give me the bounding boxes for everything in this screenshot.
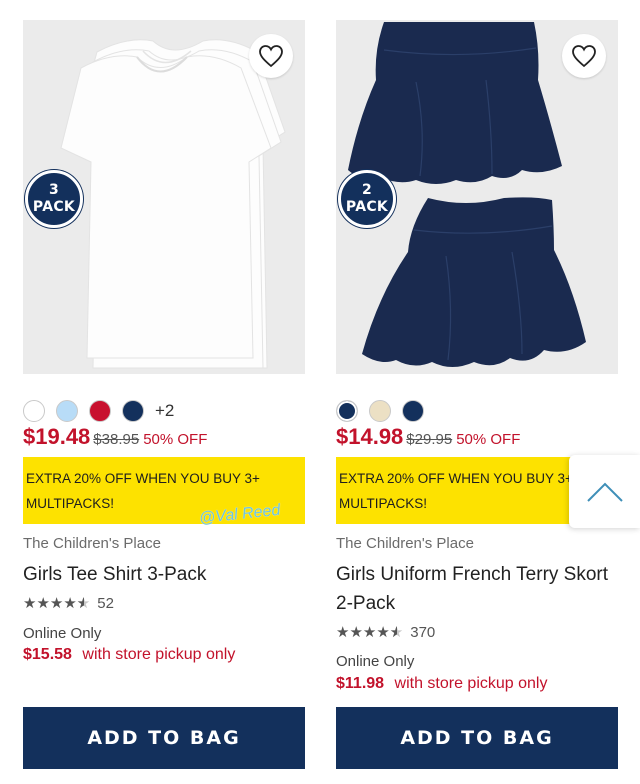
more-colors-link[interactable]: +2 bbox=[155, 401, 174, 421]
review-count: 52 bbox=[97, 594, 114, 612]
swatch-navy-2[interactable] bbox=[402, 400, 424, 422]
pickup-price-row: $15.58 with store pickup only bbox=[23, 646, 235, 664]
favorite-button[interactable] bbox=[249, 34, 293, 78]
color-swatches: +2 bbox=[23, 400, 174, 422]
heart-outline-icon bbox=[259, 45, 283, 68]
swatch-light-blue[interactable] bbox=[56, 400, 78, 422]
sale-price: $19.48 bbox=[23, 424, 91, 449]
original-price: $38.95 bbox=[93, 431, 140, 448]
pickup-price: $15.58 bbox=[23, 646, 72, 663]
pack-badge: 3 PACK bbox=[25, 170, 83, 228]
pack-label: PACK bbox=[345, 199, 389, 215]
pickup-price-row: $11.98 with store pickup only bbox=[336, 675, 547, 693]
product-image-tee[interactable]: 3 PACK bbox=[23, 20, 305, 374]
discount-label: 50% OFF bbox=[143, 431, 208, 448]
swatch-navy[interactable] bbox=[336, 400, 358, 422]
product-card-tee: 3 PACK +2 $19.48 $38.95 50% OFF EXTRA 20… bbox=[23, 20, 305, 769]
favorite-button[interactable] bbox=[562, 34, 606, 78]
swatch-navy[interactable] bbox=[122, 400, 144, 422]
brand-name: The Children's Place bbox=[336, 535, 474, 552]
product-card-skort: 2 PACK $14.98 $29.95 50% OFF EXTRA 20% O… bbox=[336, 20, 618, 769]
pickup-price: $11.98 bbox=[336, 675, 385, 692]
product-title[interactable]: Girls Uniform French Terry Skort 2-Pack bbox=[336, 560, 618, 618]
availability: Online Only bbox=[23, 625, 102, 642]
brand-name: The Children's Place bbox=[23, 535, 161, 552]
sale-price: $14.98 bbox=[336, 424, 404, 449]
star-rating-icon: ★★★★★★ bbox=[23, 594, 91, 612]
price-row: $19.48 $38.95 50% OFF bbox=[23, 424, 207, 450]
swatch-white[interactable] bbox=[23, 400, 45, 422]
swatch-red[interactable] bbox=[89, 400, 111, 422]
chevron-up-icon bbox=[586, 482, 623, 502]
pack-count: 2 bbox=[361, 182, 373, 198]
pack-count: 3 bbox=[48, 182, 60, 198]
swatch-khaki[interactable] bbox=[369, 400, 391, 422]
product-image-skort[interactable]: 2 PACK bbox=[336, 20, 618, 374]
pack-label: PACK bbox=[32, 199, 76, 215]
heart-outline-icon bbox=[572, 45, 596, 68]
add-to-bag-button[interactable]: ADD TO BAG bbox=[23, 707, 305, 769]
product-title[interactable]: Girls Tee Shirt 3-Pack bbox=[23, 560, 305, 589]
pickup-text: with store pickup only bbox=[82, 646, 236, 663]
rating[interactable]: ★★★★★★ 370 bbox=[336, 623, 435, 641]
rating[interactable]: ★★★★★★ 52 bbox=[23, 594, 114, 612]
discount-label: 50% OFF bbox=[456, 431, 521, 448]
color-swatches bbox=[336, 400, 424, 422]
availability: Online Only bbox=[336, 653, 415, 670]
original-price: $29.95 bbox=[406, 431, 453, 448]
price-row: $14.98 $29.95 50% OFF bbox=[336, 424, 520, 450]
add-to-bag-button[interactable]: ADD TO BAG bbox=[336, 707, 618, 769]
scroll-to-top-button[interactable] bbox=[569, 455, 640, 528]
pack-badge: 2 PACK bbox=[338, 170, 396, 228]
pickup-text: with store pickup only bbox=[394, 675, 548, 692]
star-rating-icon: ★★★★★★ bbox=[336, 623, 404, 641]
review-count: 370 bbox=[410, 623, 436, 641]
